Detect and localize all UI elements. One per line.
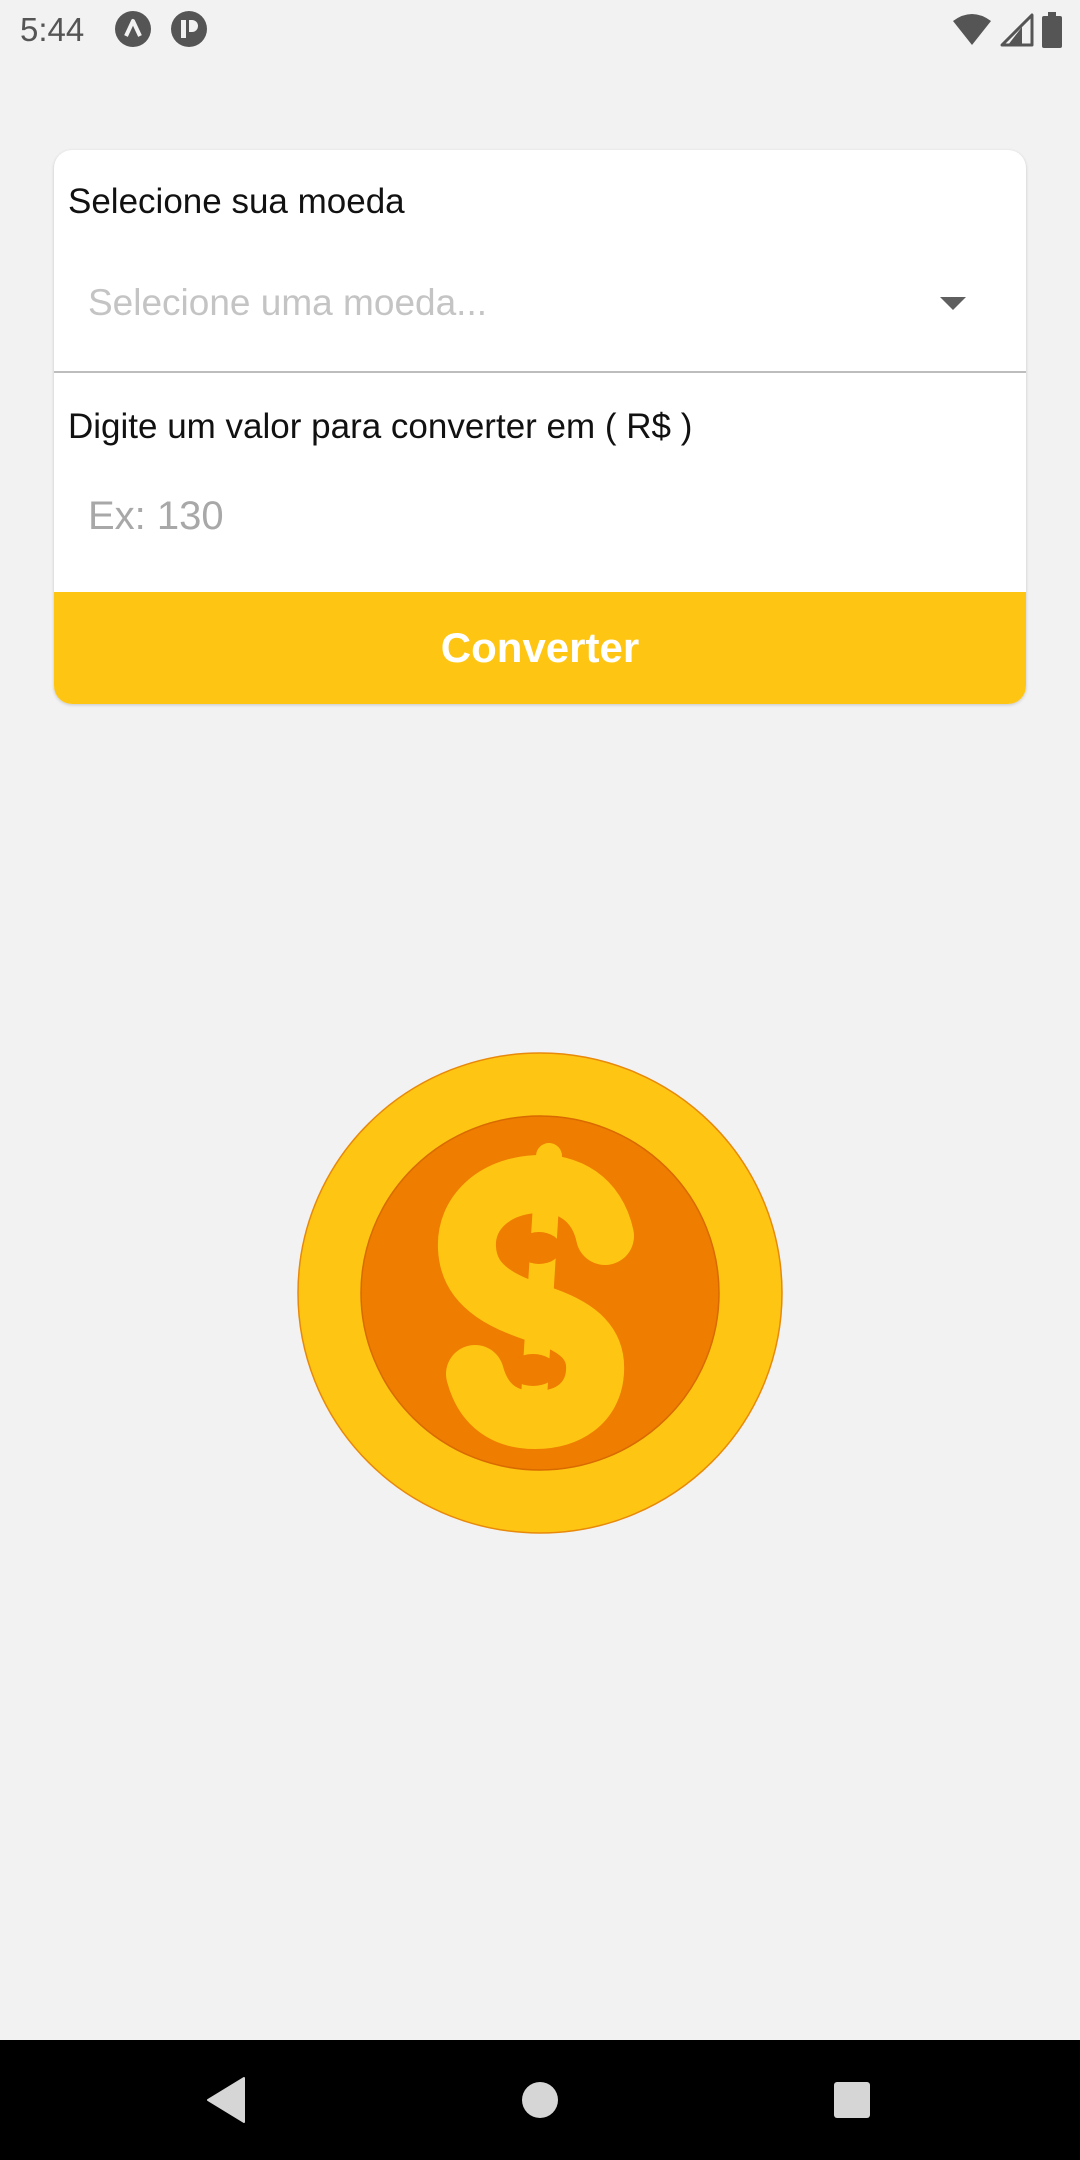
screen: 5:44 Selecione sua moeda Selecione uma m… — [0, 0, 1080, 2160]
status-time: 5:44 — [20, 11, 85, 48]
back-button[interactable] — [166, 2040, 286, 2160]
status-icons — [952, 8, 1062, 52]
app-r-icon — [171, 11, 207, 47]
amount-label: Digite um valor para converter em ( R$ ) — [68, 407, 693, 446]
currency-label: Selecione sua moeda — [68, 182, 405, 221]
navigation-bar — [0, 2040, 1080, 2160]
currency-picker[interactable]: Selecione uma moeda... — [54, 250, 1026, 370]
back-icon — [207, 2077, 245, 2123]
recents-icon — [834, 2082, 870, 2118]
dollar-coin-icon — [297, 1052, 783, 1534]
home-icon — [522, 2082, 558, 2118]
currency-picker-placeholder: Selecione uma moeda... — [88, 282, 488, 323]
cell-signal-icon — [1000, 13, 1034, 47]
home-button[interactable] — [480, 2040, 600, 2160]
recents-button[interactable] — [792, 2040, 912, 2160]
amount-input[interactable] — [88, 480, 988, 552]
status-bar: 5:44 — [0, 0, 1080, 60]
caret-down-icon — [940, 297, 966, 310]
app-a-icon — [115, 11, 151, 47]
battery-icon — [1042, 12, 1062, 48]
converter-card: Selecione sua moeda Selecione uma moeda.… — [54, 150, 1026, 704]
divider — [54, 371, 1026, 373]
convert-button[interactable]: Converter — [54, 592, 1026, 704]
wifi-icon — [953, 14, 991, 45]
